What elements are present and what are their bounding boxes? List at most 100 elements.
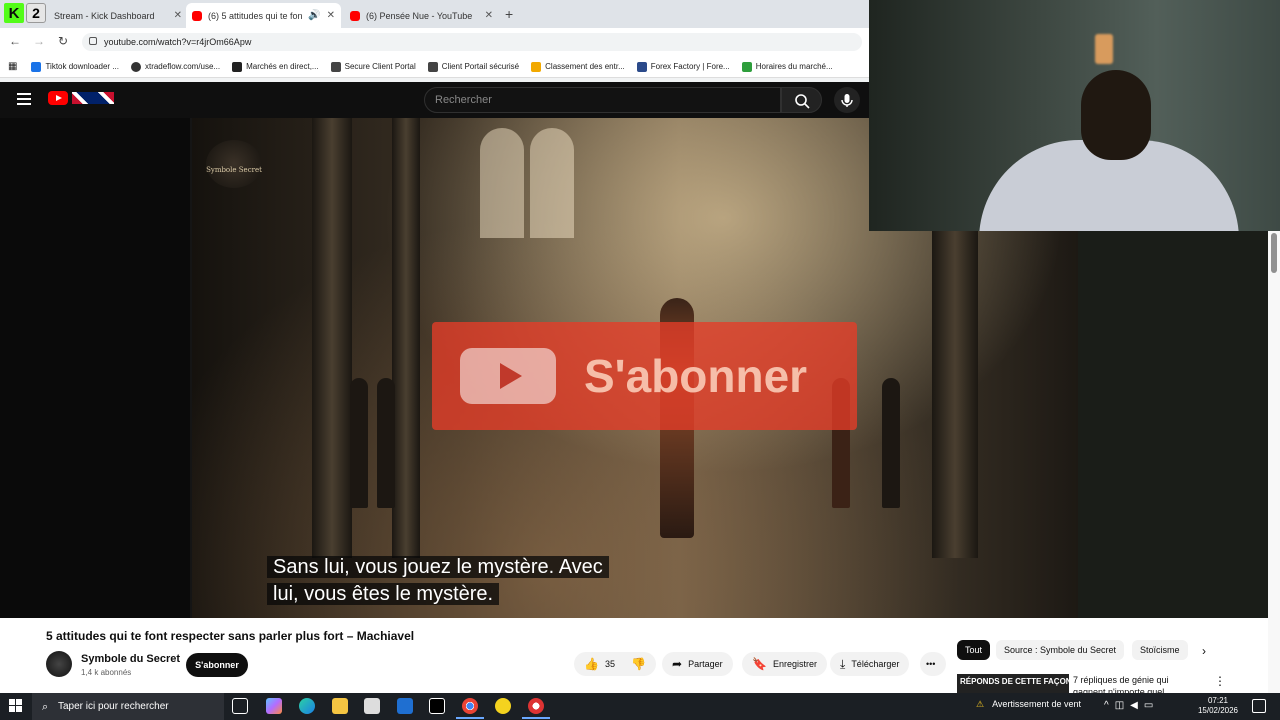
bookmark-favicon-icon (531, 61, 542, 72)
app-icon[interactable] (495, 698, 511, 714)
notification-icon[interactable] (1252, 699, 1266, 713)
more-actions-button[interactable]: ••• (920, 652, 946, 676)
weather-widget[interactable]: ⚠ Avertissement de vent (976, 699, 1081, 710)
video-title: 5 attitudes qui te font respecter sans p… (46, 629, 415, 643)
dislike-icon[interactable]: 👎 (631, 657, 646, 671)
speaker-icon[interactable]: 🔊 (308, 10, 320, 21)
bookmark-favicon-icon (427, 61, 438, 72)
bookmark-favicon-icon (31, 61, 42, 72)
close-tab-icon[interactable]: ✕ (485, 10, 493, 21)
search-button[interactable] (781, 87, 822, 113)
tray-chevron-icon[interactable]: ^ (1104, 700, 1115, 711)
bookmark-label: Classement des entr... (545, 62, 625, 71)
scene-figure (882, 378, 900, 508)
like-count[interactable]: 35 (605, 659, 615, 669)
channel-watermark[interactable]: Symbole Secret (206, 140, 262, 188)
store-icon[interactable] (364, 698, 380, 714)
new-tab-button[interactable]: + (505, 6, 513, 22)
close-tab-icon[interactable]: ✕ (327, 10, 335, 21)
system-clock[interactable]: 07:21 15/02/2026 (1196, 696, 1240, 716)
bookmark-item[interactable]: Horaires du marché... (741, 61, 833, 72)
forward-icon[interactable]: → (33, 34, 45, 48)
menu-icon[interactable] (17, 93, 31, 105)
channel-name[interactable]: Symbole du Secret (81, 653, 180, 665)
bookmarks-bar: ▦ Tiktok downloader ... xtradeflow.com/u… (0, 56, 869, 78)
bookmark-favicon-icon (130, 61, 141, 72)
overlay-text: S'abonner (584, 350, 808, 402)
more-icon: ••• (926, 659, 936, 669)
url-text: youtube.com/watch?v=r4jrOm66Apw (104, 37, 252, 47)
bookmark-item[interactable]: Secure Client Portal (330, 61, 416, 72)
chip-stoicism[interactable]: Stoïcisme (1132, 640, 1188, 660)
subscriber-count: 1,4 k abonnés (81, 668, 132, 677)
task-view-icon[interactable] (232, 698, 248, 714)
scene-figure (350, 378, 368, 508)
channel-avatar[interactable] (46, 651, 72, 677)
bookmark-favicon-icon (636, 61, 647, 72)
bookmark-item[interactable]: Marchés en direct,... (232, 61, 319, 72)
apps-grid-icon[interactable]: ▦ (8, 61, 17, 72)
taskbar-search-input[interactable]: ⌕ Taper ici pour rechercher (32, 693, 224, 720)
youtube-icon (192, 10, 202, 21)
tab-video[interactable]: (6) 5 attitudes qui te font re 🔊 ✕ (186, 3, 341, 28)
tab-label: Stream - Kick Dashboard (54, 10, 155, 21)
file-explorer-icon[interactable] (332, 698, 348, 714)
microphone-button[interactable] (834, 87, 860, 113)
windows-start-icon[interactable] (9, 699, 23, 713)
bookmark-item[interactable]: Tiktok downloader ... (31, 61, 119, 72)
share-icon: ➦ (672, 657, 683, 671)
bookmark-label: xtradeflow.com/use... (144, 62, 221, 71)
chevron-right-icon[interactable]: › (1202, 644, 1206, 658)
recommendation-title[interactable]: 7 répliques de génie qui gagnent n'impor… (1073, 674, 1203, 693)
kick-app-icon[interactable]: K (4, 3, 24, 23)
close-tab-icon[interactable]: ✕ (174, 10, 182, 21)
chip-all[interactable]: Tout (957, 640, 991, 660)
site-info-icon[interactable] (89, 37, 97, 45)
bookmark-item[interactable]: Classement des entr... (531, 61, 625, 72)
clock-time: 07:21 (1207, 696, 1229, 705)
tiktok-icon[interactable] (429, 698, 445, 714)
clock-date: 15/02/2026 (1197, 706, 1239, 715)
browser-chrome: K 2 Stream - Kick Dashboard ✕ (6) 5 atti… (0, 0, 869, 82)
edge-icon[interactable] (299, 698, 315, 714)
system-tray[interactable]: ^◫◀▭ (1104, 700, 1159, 711)
chrome-icon[interactable] (456, 698, 484, 719)
youtube-logo-icon[interactable] (48, 91, 68, 105)
bookmark-label: Secure Client Portal (344, 62, 416, 71)
bookmark-item[interactable]: Client Portail sécurisé (427, 61, 520, 72)
webcam-overlay (869, 0, 1280, 231)
subscribe-button[interactable]: S'abonner (186, 653, 248, 677)
bookmark-label: Tiktok downloader ... (45, 62, 119, 71)
battery-icon[interactable]: ▭ (1144, 700, 1159, 711)
video-details: 5 attitudes qui te font respecter sans p… (0, 618, 1268, 693)
save-button[interactable]: 🔖 Enregistrer (742, 652, 827, 676)
scene-pillar (392, 118, 420, 558)
bookmark-label: Client Portail sécurisé (441, 62, 520, 71)
bookmark-item[interactable]: Forex Factory | Fore... (636, 61, 730, 72)
url-field[interactable]: youtube.com/watch?v=r4jrOm66Apw (82, 33, 862, 51)
volume-icon[interactable]: ◀ (1130, 700, 1144, 711)
obs-icon[interactable] (522, 698, 550, 719)
bookmark-label: Marchés en direct,... (246, 62, 319, 71)
bookmark-item[interactable]: xtradeflow.com/use... (130, 61, 221, 72)
tab-kick-dashboard[interactable]: Stream - Kick Dashboard ✕ (48, 3, 188, 28)
like-icon[interactable]: 👍 (584, 657, 599, 671)
page-scrollbar[interactable] (1268, 231, 1280, 693)
share-button[interactable]: ➦ Partager (662, 652, 733, 676)
uk-flag-icon (72, 92, 114, 104)
recommendation-thumbnail[interactable]: RÉPONDS DE CETTE FAÇON (957, 674, 1069, 693)
search-input[interactable]: Rechercher (424, 87, 781, 113)
tab-pensee-nue[interactable]: (6) Pensée Nue - YouTube ✕ (344, 3, 499, 28)
copilot-icon[interactable] (266, 698, 282, 714)
subtitle-caption: Sans lui, vous jouez le mystère. Avec lu… (267, 554, 609, 608)
mail-icon[interactable] (397, 698, 413, 714)
bookmark-label: Horaires du marché... (755, 62, 833, 71)
chip-source[interactable]: Source : Symbole du Secret (996, 640, 1125, 660)
download-button[interactable]: ⤓ Télécharger (830, 652, 910, 676)
more-vert-icon[interactable]: ⋮ (1214, 674, 1226, 688)
network-icon[interactable]: ◫ (1115, 700, 1130, 711)
download-icon: ⤓ (840, 656, 846, 671)
back-icon[interactable]: ← (9, 34, 21, 48)
reload-icon[interactable]: ↻ (58, 34, 68, 48)
scrollbar-thumb[interactable] (1271, 233, 1277, 273)
